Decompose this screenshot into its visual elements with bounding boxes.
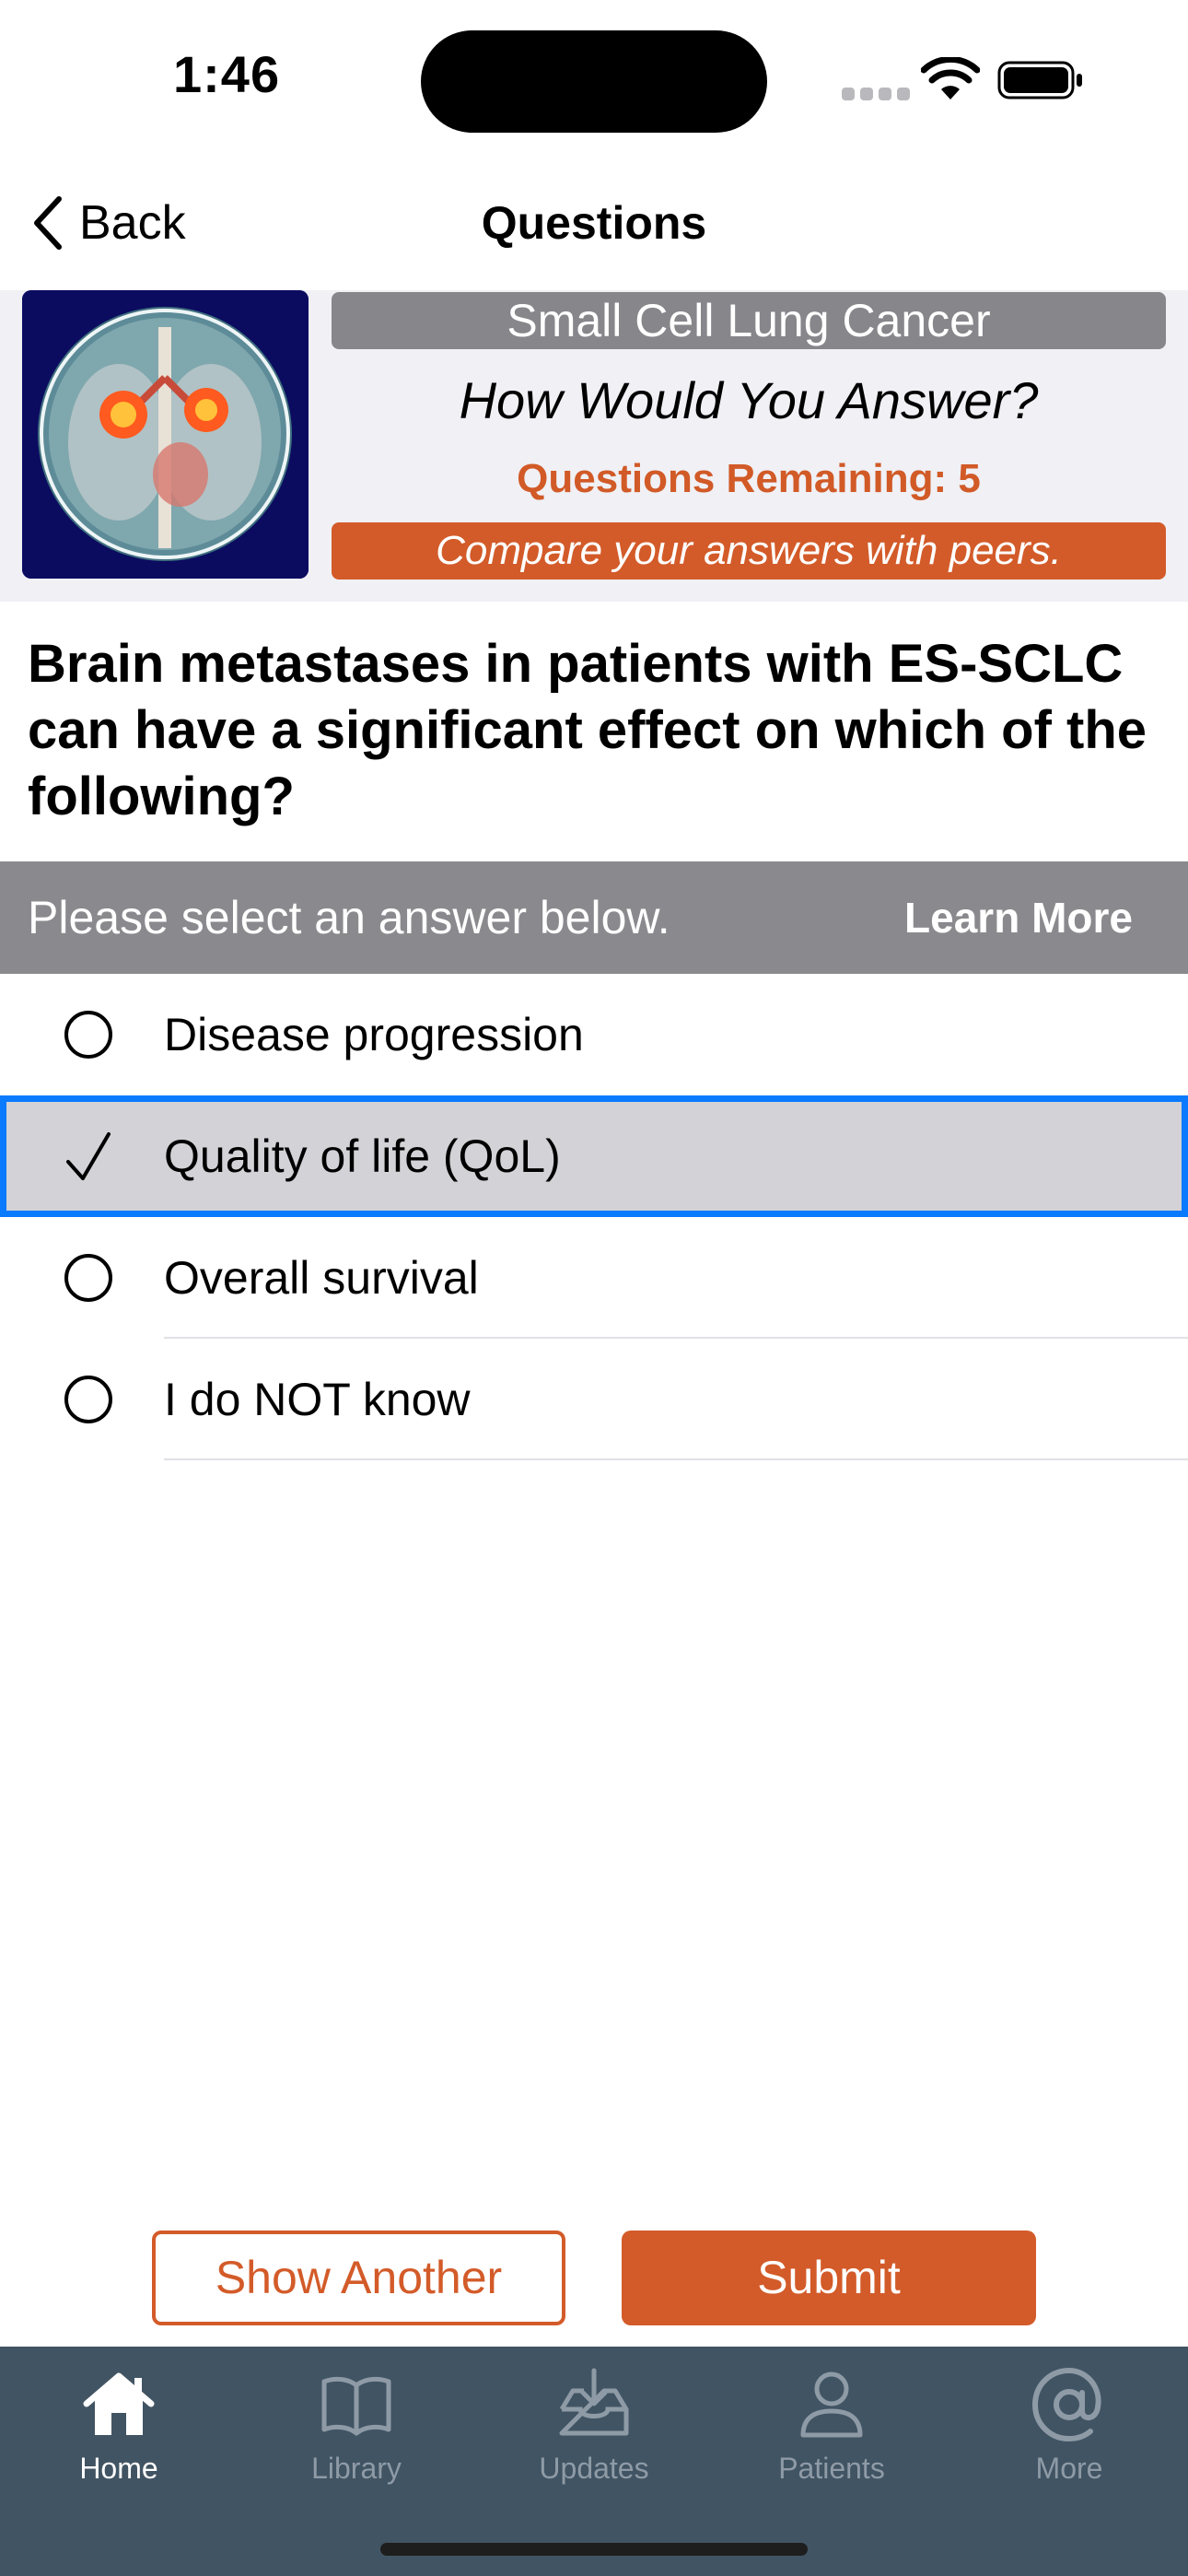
- status-bar: 1:46: [0, 0, 1188, 157]
- wifi-icon: [921, 57, 980, 100]
- topic-badge: Small Cell Lung Cancer: [332, 292, 1166, 349]
- tab-label: Home: [79, 2452, 158, 2485]
- battery-icon: [997, 61, 1082, 100]
- submit-button[interactable]: Submit: [622, 2231, 1036, 2325]
- house-icon: [83, 2372, 155, 2435]
- tab-patients[interactable]: Patients: [713, 2365, 950, 2503]
- question-header: Small Cell Lung Cancer How Would You Ans…: [0, 290, 1188, 602]
- compare-banner: Compare your answers with peers.: [332, 522, 1166, 580]
- answer-label: I do NOT know: [164, 1374, 471, 1425]
- tab-updates[interactable]: Updates: [475, 2365, 713, 2503]
- cellular-signal-icon: [842, 88, 910, 100]
- prompt-heading: How Would You Answer?: [459, 371, 1039, 429]
- tab-home[interactable]: Home: [0, 2365, 238, 2503]
- navigation-bar: Questions Back: [0, 157, 1188, 290]
- tab-bar: Home Library Updates Patients More: [0, 2347, 1188, 2576]
- back-button[interactable]: Back: [29, 177, 186, 269]
- answer-option[interactable]: I do NOT know: [0, 1339, 1188, 1460]
- answer-option-selected[interactable]: Quality of life (QoL): [0, 1095, 1188, 1217]
- answer-option[interactable]: Disease progression: [0, 974, 1188, 1095]
- inbox-download-icon: [559, 2368, 629, 2436]
- answer-label: Quality of life (QoL): [164, 1130, 561, 1182]
- show-another-button[interactable]: Show Another: [152, 2231, 565, 2325]
- person-icon: [800, 2371, 863, 2438]
- learn-more-button[interactable]: Learn More: [904, 861, 1133, 974]
- chevron-left-icon: [34, 196, 62, 250]
- tab-label: Library: [311, 2452, 402, 2485]
- answer-label: Overall survival: [164, 1252, 479, 1304]
- divider: [164, 1458, 1188, 1460]
- select-instruction-bar: Please select an answer below. Learn Mor…: [0, 861, 1188, 974]
- tab-library[interactable]: Library: [238, 2365, 475, 2503]
- select-instruction: Please select an answer below.: [28, 892, 670, 943]
- answer-option[interactable]: Overall survival: [0, 1217, 1188, 1339]
- dynamic-island: [421, 30, 767, 133]
- questions-remaining: Questions Remaining: 5: [517, 456, 981, 501]
- answer-list: Disease progression Quality of life (QoL…: [0, 974, 1188, 1460]
- tab-label: More: [1035, 2452, 1103, 2485]
- status-time: 1:46: [173, 45, 281, 103]
- back-label: Back: [79, 196, 186, 250]
- radio-circle-icon: [64, 1254, 112, 1302]
- checkmark-icon: [66, 1132, 111, 1180]
- answer-label: Disease progression: [164, 1009, 584, 1060]
- tab-label: Patients: [778, 2452, 885, 2485]
- at-sign-icon: [1031, 2367, 1101, 2442]
- tab-more[interactable]: More: [950, 2365, 1188, 2503]
- home-indicator: [380, 2543, 808, 2556]
- tab-label: Updates: [539, 2452, 649, 2485]
- lung-illustration-image: [22, 290, 309, 579]
- radio-circle-icon: [64, 1011, 112, 1059]
- question-text: Brain metastases in patients with ES-SCL…: [28, 634, 1147, 826]
- book-icon: [321, 2376, 391, 2436]
- radio-circle-icon: [64, 1376, 112, 1423]
